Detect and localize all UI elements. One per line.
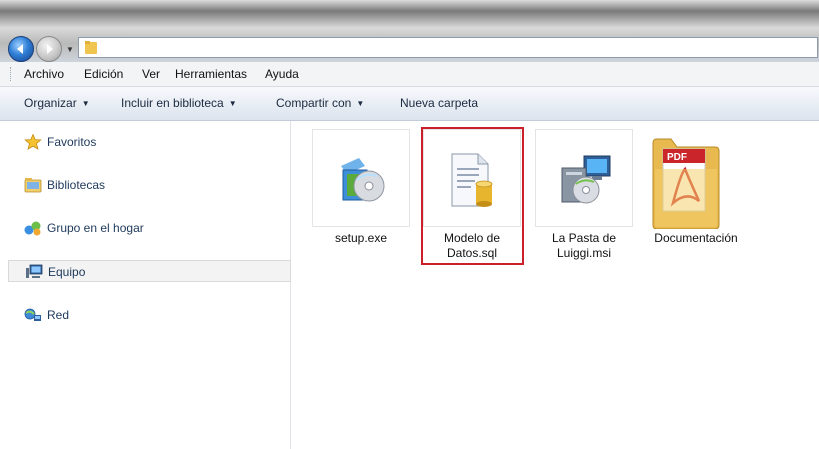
sidebar-item-bibliotecas[interactable]: Bibliotecas <box>8 174 291 196</box>
share-with-label: Compartir con <box>276 96 352 110</box>
menu-ver[interactable]: Ver <box>142 67 160 81</box>
file-list: setup.exe Modelo de Datos.sql La Pasta d… <box>291 121 819 449</box>
sidebar-item-label: Grupo en el hogar <box>47 221 144 235</box>
organize-label: Organizar <box>24 96 77 110</box>
arrow-left-icon <box>17 44 23 54</box>
menu-herramientas[interactable]: Herramientas <box>175 67 247 81</box>
star-icon <box>24 134 42 150</box>
sidebar-item-grupo-hogar[interactable]: Grupo en el hogar <box>8 217 291 239</box>
menu-edicion[interactable]: Edición <box>84 67 123 81</box>
sidebar-item-label: Equipo <box>48 265 86 279</box>
chevron-down-icon: ▼ <box>228 99 237 108</box>
command-toolbar: Organizar ▼ Incluir en biblioteca ▼ Compar… <box>0 87 819 121</box>
homegroup-icon <box>24 221 41 236</box>
sidebar-item-red[interactable]: Red <box>8 304 291 326</box>
menu-bar: Archivo Edición Ver Herramientas Ayuda <box>0 62 819 87</box>
computer-icon <box>26 264 43 278</box>
folder-icon <box>85 41 97 54</box>
navigation-pane: Favoritos Bibliotecas Grupo en el hogar … <box>0 121 291 449</box>
sidebar-item-label: Bibliotecas <box>47 178 106 192</box>
address-bar[interactable] <box>78 37 818 58</box>
selection-highlight-box <box>421 127 524 265</box>
chevron-down-icon: ▼ <box>81 99 90 108</box>
file-name: Documentación <box>654 231 738 245</box>
svg-text:PDF: PDF <box>667 152 687 163</box>
arrow-right-icon <box>47 44 53 54</box>
libraries-icon <box>24 178 42 193</box>
file-name: setup.exe <box>334 231 388 245</box>
menu-grip <box>10 67 14 81</box>
file-name: La Pasta de Luiggi.msi <box>551 231 617 260</box>
file-thumbnail <box>535 129 633 227</box>
sidebar-item-label: Red <box>47 308 70 322</box>
forward-button[interactable] <box>36 36 62 62</box>
sidebar-item-equipo[interactable]: Equipo <box>8 260 291 282</box>
menu-ayuda[interactable]: Ayuda <box>265 67 299 81</box>
sidebar-item-label: Favoritos <box>47 135 97 149</box>
include-library-label: Incluir en biblioteca <box>121 96 224 110</box>
menu-archivo[interactable]: Archivo <box>24 67 64 81</box>
window-title-bar: ▼ <box>0 0 819 62</box>
chevron-down-icon: ▼ <box>356 99 365 108</box>
pdf-folder-icon: PDF <box>652 138 720 229</box>
msi-installer-icon <box>561 155 611 204</box>
include-in-library-button[interactable]: Incluir en biblioteca ▼ <box>121 96 237 110</box>
recent-pages-dropdown[interactable]: ▼ <box>66 45 74 54</box>
installer-exe-icon <box>341 158 385 202</box>
network-icon <box>24 308 41 321</box>
organize-button[interactable]: Organizar ▼ <box>24 96 90 110</box>
new-folder-button[interactable]: Nueva carpeta <box>400 96 478 110</box>
file-thumbnail <box>312 129 410 227</box>
sidebar-item-favoritos[interactable]: Favoritos <box>8 131 291 153</box>
back-button[interactable] <box>8 36 34 62</box>
share-with-button[interactable]: Compartir con ▼ <box>276 96 364 110</box>
